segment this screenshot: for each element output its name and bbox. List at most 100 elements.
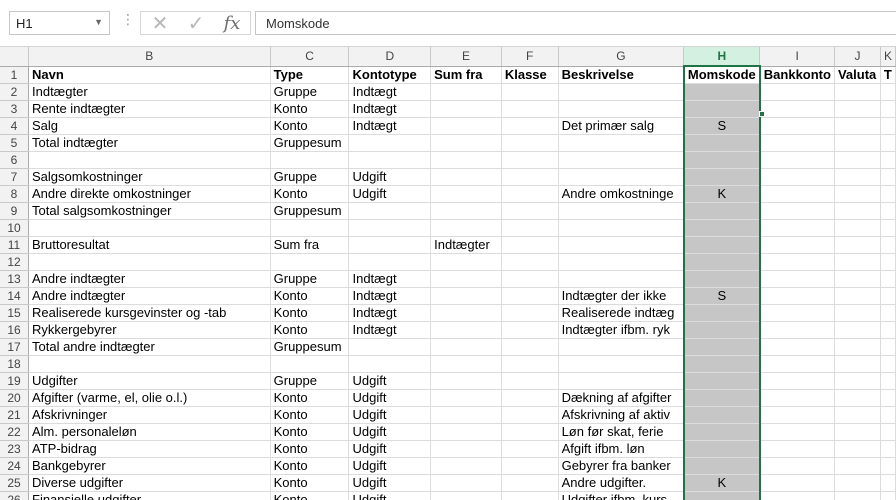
cell-f12[interactable] [501,253,559,271]
cell-d11[interactable] [348,236,432,254]
cell-c26[interactable]: Konto [270,491,350,500]
cell-h19[interactable] [682,372,761,390]
cell-g21[interactable]: Afskrivning af aktiv [558,406,685,424]
cell-i5[interactable] [759,134,835,152]
cell-c25[interactable]: Konto [270,474,350,492]
drag-handle-icon[interactable]: ⋮ [121,12,135,26]
cell-c10[interactable] [270,219,350,237]
cell-h10[interactable] [682,219,761,237]
cell-f23[interactable] [501,440,559,458]
cell-h13[interactable] [682,270,761,288]
cell-b15[interactable]: Realiserede kursgevinster og -tab [28,304,271,322]
cell-d9[interactable] [348,202,432,220]
row-header[interactable]: 4 [0,117,29,135]
cell-e18[interactable] [430,355,502,373]
column-header-b[interactable]: B [28,47,271,67]
cell-f26[interactable] [501,491,559,500]
cell-k23[interactable] [880,440,896,458]
row-header[interactable]: 9 [0,202,29,220]
cell-j16[interactable] [834,321,881,339]
cell-j6[interactable] [834,151,881,169]
cell-e23[interactable] [430,440,502,458]
cell-c23[interactable]: Konto [270,440,350,458]
cell-k12[interactable] [880,253,896,271]
cell-f5[interactable] [501,134,559,152]
row-header[interactable]: 25 [0,474,29,492]
cell-g9[interactable] [558,202,685,220]
cell-i16[interactable] [759,321,835,339]
cell-k6[interactable] [880,151,896,169]
cell-h18[interactable] [682,355,761,373]
cell-g7[interactable] [558,168,685,186]
cell-c7[interactable]: Gruppe [270,168,350,186]
cell-k10[interactable] [880,219,896,237]
cell-k20[interactable] [880,389,896,407]
cell-b16[interactable]: Rykkergebyrer [28,321,271,339]
cell-k21[interactable] [880,406,896,424]
cell-b14[interactable]: Andre indtægter [28,287,271,305]
cell-k7[interactable] [880,168,896,186]
cell-b25[interactable]: Diverse udgifter [28,474,271,492]
row-header[interactable]: 21 [0,406,29,424]
cell-i1[interactable]: Bankkonto [759,66,835,84]
cell-h2[interactable] [682,83,761,101]
cell-c3[interactable]: Konto [270,100,350,118]
cell-b2[interactable]: Indtægter [28,83,271,101]
row-header[interactable]: 22 [0,423,29,441]
cell-k17[interactable] [880,338,896,356]
cell-i2[interactable] [759,83,835,101]
cell-k24[interactable] [880,457,896,475]
cell-j14[interactable] [834,287,881,305]
cell-h4[interactable]: S [682,117,761,135]
cell-h21[interactable] [682,406,761,424]
cell-g1[interactable]: Beskrivelse [558,66,685,84]
cell-b20[interactable]: Afgifter (varme, el, olie o.l.) [28,389,271,407]
row-header[interactable]: 26 [0,491,29,500]
cell-i23[interactable] [759,440,835,458]
cell-f20[interactable] [501,389,559,407]
cell-e9[interactable] [430,202,502,220]
cell-d10[interactable] [348,219,432,237]
cell-i24[interactable] [759,457,835,475]
cell-e6[interactable] [430,151,502,169]
cell-k26[interactable] [880,491,896,500]
cell-h16[interactable] [682,321,761,339]
cell-e13[interactable] [430,270,502,288]
cell-j9[interactable] [834,202,881,220]
cell-b3[interactable]: Rente indtægter [28,100,271,118]
cell-h8[interactable]: K [682,185,761,203]
cell-f25[interactable] [501,474,559,492]
cell-f17[interactable] [501,338,559,356]
cell-b4[interactable]: Salg [28,117,271,135]
cell-e15[interactable] [430,304,502,322]
cell-d8[interactable]: Udgift [348,185,432,203]
cell-g4[interactable]: Det primær salg [558,117,685,135]
column-header-e[interactable]: E [430,47,502,67]
cell-f16[interactable] [501,321,559,339]
cell-j13[interactable] [834,270,881,288]
cell-d23[interactable]: Udgift [348,440,432,458]
cell-b24[interactable]: Bankgebyrer [28,457,271,475]
cell-c19[interactable]: Gruppe [270,372,350,390]
cell-f13[interactable] [501,270,559,288]
cell-e21[interactable] [430,406,502,424]
cell-h22[interactable] [682,423,761,441]
cell-c12[interactable] [270,253,350,271]
cell-k15[interactable] [880,304,896,322]
cell-i3[interactable] [759,100,835,118]
cell-f19[interactable] [501,372,559,390]
cell-e10[interactable] [430,219,502,237]
cell-b11[interactable]: Bruttoresultat [28,236,271,254]
cell-d14[interactable]: Indtægt [348,287,432,305]
cell-g24[interactable]: Gebyrer fra banker [558,457,685,475]
row-header[interactable]: 10 [0,219,29,237]
cell-e14[interactable] [430,287,502,305]
cell-b26[interactable]: Finansielle udgifter [28,491,271,500]
cell-b18[interactable] [28,355,271,373]
cell-k19[interactable] [880,372,896,390]
cell-c2[interactable]: Gruppe [270,83,350,101]
row-header[interactable]: 6 [0,151,29,169]
cell-c20[interactable]: Konto [270,389,350,407]
cell-d19[interactable]: Udgift [348,372,432,390]
fill-handle[interactable] [759,111,765,117]
